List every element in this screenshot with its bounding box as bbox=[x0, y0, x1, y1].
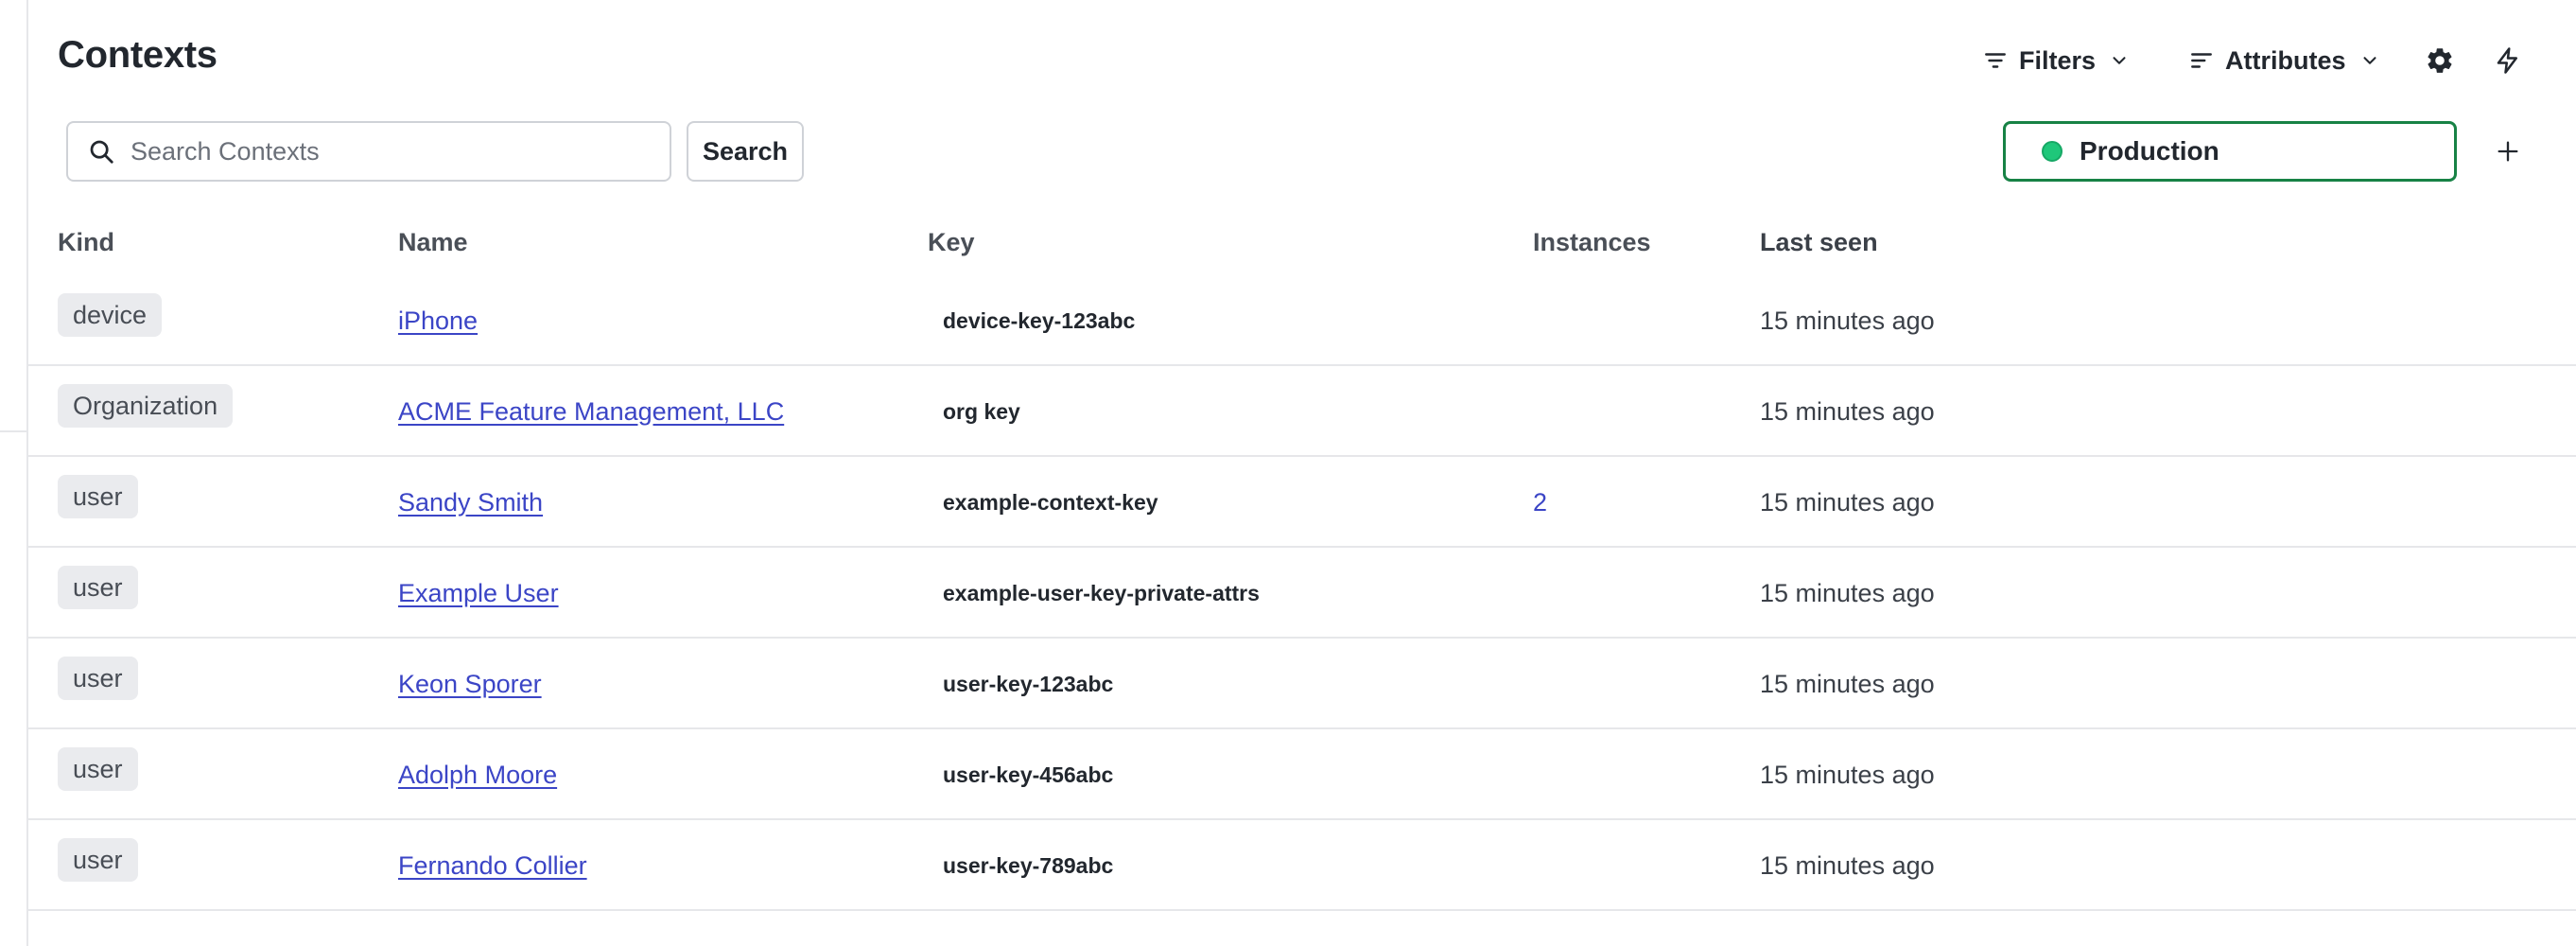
table-header: Kind Name Key Instances Last seen bbox=[28, 213, 2576, 275]
column-header-name[interactable]: Name bbox=[398, 228, 468, 257]
context-name-link[interactable]: ACME Feature Management, LLC bbox=[398, 397, 784, 427]
left-rail bbox=[0, 0, 28, 946]
contexts-table: Kind Name Key Instances Last seen device… bbox=[28, 213, 2576, 911]
column-header-kind[interactable]: Kind bbox=[58, 228, 114, 257]
last-seen: 15 minutes ago bbox=[1760, 760, 1935, 789]
attributes-button[interactable]: Attributes bbox=[2189, 38, 2380, 83]
attributes-label: Attributes bbox=[2225, 45, 2346, 75]
context-key: example-context-key bbox=[943, 489, 1158, 515]
environment-name: Production bbox=[2080, 136, 2219, 166]
last-seen: 15 minutes ago bbox=[1760, 669, 1935, 698]
search-icon bbox=[90, 140, 113, 164]
chevron-down-icon bbox=[2362, 57, 2376, 64]
filters-label: Filters bbox=[2019, 45, 2097, 75]
environment-status-dot bbox=[2042, 141, 2063, 162]
plus-icon bbox=[2498, 141, 2518, 162]
table-row[interactable]: user Adolph Moore user-key-456abc 15 min… bbox=[28, 729, 2576, 820]
last-seen: 15 minutes ago bbox=[1760, 306, 1935, 335]
kind-badge: user bbox=[58, 566, 138, 609]
last-seen: 15 minutes ago bbox=[1760, 396, 1935, 426]
context-key: org key bbox=[943, 398, 1020, 424]
last-seen: 15 minutes ago bbox=[1760, 487, 1935, 517]
column-header-instances[interactable]: Instances bbox=[1533, 228, 1651, 257]
kind-badge: user bbox=[58, 657, 138, 700]
table-row[interactable]: user Example User example-user-key-priva… bbox=[28, 548, 2576, 639]
context-key: user-key-456abc bbox=[943, 762, 1114, 787]
context-key: device-key-123abc bbox=[943, 307, 1136, 333]
kind-badge: Organization bbox=[58, 384, 234, 428]
lightning-bolt-icon bbox=[2497, 47, 2517, 74]
search-box bbox=[66, 121, 671, 182]
kind-badge: device bbox=[58, 293, 163, 337]
context-name-link[interactable]: Keon Sporer bbox=[398, 670, 542, 699]
context-key: user-key-789abc bbox=[943, 852, 1114, 878]
column-header-last-seen[interactable]: Last seen bbox=[1760, 228, 1878, 257]
sort-lines-icon bbox=[2191, 53, 2212, 68]
table-row[interactable]: user Keon Sporer user-key-123abc 15 minu… bbox=[28, 639, 2576, 729]
table-row[interactable]: device iPhone device-key-123abc 15 minut… bbox=[28, 275, 2576, 366]
search-input[interactable] bbox=[131, 136, 641, 166]
kind-badge: user bbox=[58, 475, 138, 518]
flash-button[interactable] bbox=[2494, 38, 2522, 83]
context-key: user-key-123abc bbox=[943, 671, 1114, 696]
chevron-down-icon bbox=[2113, 57, 2126, 64]
environment-selector[interactable]: Production bbox=[2003, 121, 2457, 182]
kind-badge: user bbox=[58, 747, 138, 791]
left-rail-divider bbox=[0, 430, 26, 432]
last-seen: 15 minutes ago bbox=[1760, 578, 1935, 607]
context-name-link[interactable]: iPhone bbox=[398, 307, 478, 336]
context-name-link[interactable]: Sandy Smith bbox=[398, 488, 543, 517]
settings-button[interactable] bbox=[2425, 38, 2455, 83]
last-seen: 15 minutes ago bbox=[1760, 850, 1935, 880]
column-header-key[interactable]: Key bbox=[928, 228, 975, 257]
kind-badge: user bbox=[58, 838, 138, 882]
context-name-link[interactable]: Example User bbox=[398, 579, 559, 608]
table-row[interactable]: Organization ACME Feature Management, LL… bbox=[28, 366, 2576, 457]
search-button[interactable]: Search bbox=[687, 121, 804, 182]
table-row[interactable]: user Fernando Collier user-key-789abc 15… bbox=[28, 820, 2576, 911]
instances-count[interactable]: 2 bbox=[1533, 488, 1547, 517]
add-environment-button[interactable] bbox=[2485, 129, 2531, 174]
table-row[interactable]: user Sandy Smith example-context-key 2 1… bbox=[28, 457, 2576, 548]
context-name-link[interactable]: Fernando Collier bbox=[398, 851, 587, 881]
filter-lines-icon bbox=[1985, 53, 2006, 68]
filters-button[interactable]: Filters bbox=[1983, 38, 2130, 83]
page-title: Contexts bbox=[58, 34, 218, 76]
context-key: example-user-key-private-attrs bbox=[943, 580, 1260, 605]
gear-icon bbox=[2428, 48, 2452, 73]
context-name-link[interactable]: Adolph Moore bbox=[398, 761, 557, 790]
